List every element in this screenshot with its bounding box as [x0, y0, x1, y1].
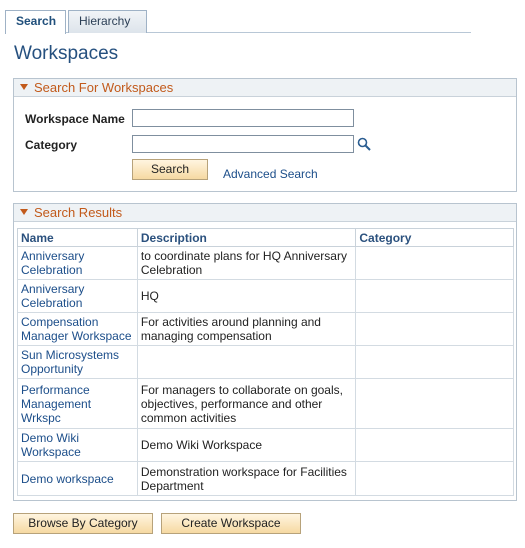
table-row: Demo workspace Demonstration workspace f… [17, 461, 514, 496]
search-results-group: Search Results Name Description Category… [13, 203, 517, 501]
tab-hierarchy[interactable]: Hierarchy [68, 10, 147, 33]
search-for-workspaces-group: Search For Workspaces Workspace Name Cat… [13, 78, 517, 192]
search-button[interactable]: Search [132, 159, 208, 180]
description-cell [136, 345, 357, 379]
category-cell [355, 461, 514, 496]
description-cell: For managers to collaborate on goals, ob… [136, 378, 357, 429]
column-header-name[interactable]: Name [17, 228, 138, 247]
description-cell: Demo Wiki Workspace [136, 428, 357, 462]
workspace-name-link[interactable]: Performance Management Wrkspc [17, 378, 138, 429]
browse-by-category-button[interactable]: Browse By Category [13, 513, 153, 534]
magnifier-icon[interactable] [357, 137, 371, 151]
search-results-title: Search Results [34, 205, 123, 220]
description-cell: Demonstration workspace for Facilities D… [136, 461, 357, 496]
tab-bar: Search Hierarchy [5, 10, 471, 34]
category-cell [355, 312, 514, 346]
category-cell [355, 279, 514, 313]
table-header-row: Name Description Category [17, 228, 514, 247]
tab-search[interactable]: Search [5, 10, 66, 34]
workspace-name-link[interactable]: Anniversary Celebration [17, 279, 138, 313]
search-for-workspaces-header[interactable]: Search For Workspaces [14, 79, 516, 97]
search-section-title: Search For Workspaces [34, 80, 174, 95]
table-row: Anniversary Celebration HQ [17, 279, 514, 313]
collapse-triangle-icon[interactable] [20, 84, 28, 90]
workspace-name-link[interactable]: Anniversary Celebration [17, 246, 138, 280]
description-cell: For activities around planning and manag… [136, 312, 357, 346]
category-label: Category [25, 138, 78, 152]
table-row: Compensation Manager Workspace For activ… [17, 312, 514, 346]
advanced-search-link[interactable]: Advanced Search [223, 167, 318, 181]
workspace-name-link[interactable]: Demo workspace [17, 461, 138, 496]
table-row: Performance Management Wrkspc For manage… [17, 378, 514, 429]
page-title: Workspaces [14, 43, 119, 64]
table-row: Demo Wiki Workspace Demo Wiki Workspace [17, 428, 514, 462]
results-table: Name Description Category Anniversary Ce… [17, 228, 514, 496]
workspace-name-input[interactable] [132, 109, 354, 127]
column-header-description[interactable]: Description [136, 228, 357, 247]
table-row: Sun Microsystems Opportunity [17, 345, 514, 379]
create-workspace-button[interactable]: Create Workspace [161, 513, 301, 534]
table-row: Anniversary Celebration to coordinate pl… [17, 246, 514, 280]
category-cell [355, 428, 514, 462]
workspace-name-link[interactable]: Compensation Manager Workspace [17, 312, 138, 346]
workspace-name-label: Workspace Name [25, 112, 125, 126]
category-cell [355, 246, 514, 280]
search-results-header[interactable]: Search Results [14, 204, 516, 222]
description-cell: to coordinate plans for HQ Anniversary C… [136, 246, 357, 280]
category-input[interactable] [132, 135, 354, 153]
workspace-name-link[interactable]: Sun Microsystems Opportunity [17, 345, 138, 379]
description-cell: HQ [136, 279, 357, 313]
collapse-triangle-icon[interactable] [20, 209, 28, 215]
category-cell [355, 378, 514, 429]
column-header-category[interactable]: Category [355, 228, 514, 247]
category-cell [355, 345, 514, 379]
workspace-name-link[interactable]: Demo Wiki Workspace [17, 428, 138, 462]
